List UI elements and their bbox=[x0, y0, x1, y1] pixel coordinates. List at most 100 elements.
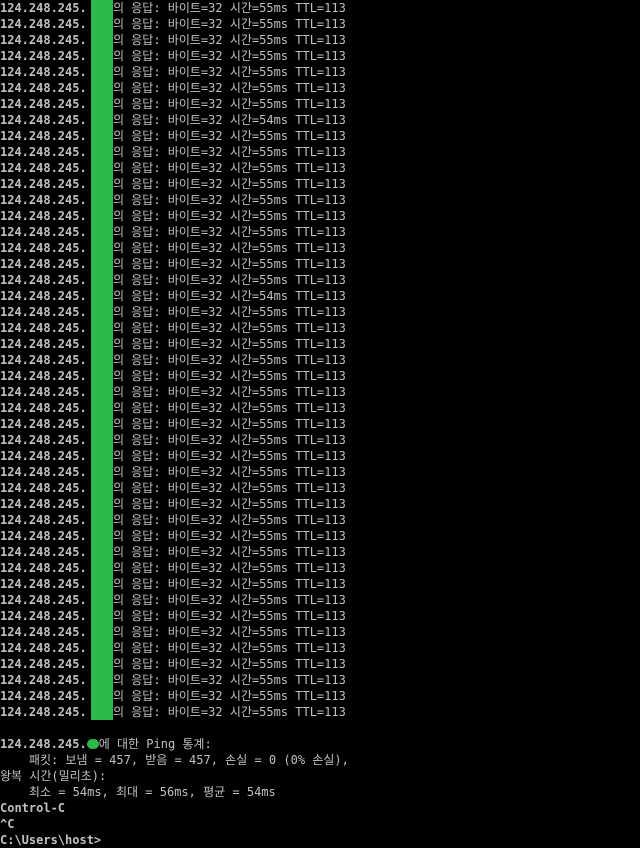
reply-ip: 124.248.245. bbox=[0, 305, 87, 319]
reply-ip: 124.248.245. bbox=[0, 673, 87, 687]
reply-ip: 124.248.245. bbox=[0, 257, 87, 271]
reply-ip: 124.248.245. bbox=[0, 705, 87, 719]
reply-text: 의 응답: 바이트=32 시간=55ms TTL=113 bbox=[113, 97, 346, 111]
redacted-ip-octet bbox=[91, 656, 113, 672]
redacted-ip-octet bbox=[91, 16, 113, 32]
reply-text: 의 응답: 바이트=32 시간=55ms TTL=113 bbox=[113, 209, 346, 223]
ping-reply-line: 124.248.245. 의 응답: 바이트=32 시간=55ms TTL=113 bbox=[0, 32, 346, 48]
ping-reply-line: 124.248.245. 의 응답: 바이트=32 시간=55ms TTL=113 bbox=[0, 96, 346, 112]
redacted-ip-octet bbox=[91, 640, 113, 656]
console-window[interactable]: 124.248.245. 의 응답: 바이트=32 시간=55ms TTL=113… bbox=[0, 0, 640, 848]
reply-ip: 124.248.245. bbox=[0, 545, 87, 559]
redacted-ip-octet bbox=[91, 512, 113, 528]
reply-ip: 124.248.245. bbox=[0, 417, 87, 431]
redacted-ip-octet bbox=[91, 224, 113, 240]
ping-reply-line: 124.248.245. 의 응답: 바이트=32 시간=55ms TTL=113 bbox=[0, 672, 346, 688]
reply-text: 의 응답: 바이트=32 시간=55ms TTL=113 bbox=[113, 225, 346, 239]
redacted-ip-octet bbox=[91, 320, 113, 336]
ping-reply-line: 124.248.245. 의 응답: 바이트=32 시간=55ms TTL=113 bbox=[0, 560, 346, 576]
stats-packets: 패킷: 보냄 = 457, 받음 = 457, 손실 = 0 (0% 손실), bbox=[0, 753, 349, 767]
reply-ip: 124.248.245. bbox=[0, 401, 87, 415]
reply-ip: 124.248.245. bbox=[0, 193, 87, 207]
reply-text: 의 응답: 바이트=32 시간=55ms TTL=113 bbox=[113, 609, 346, 623]
reply-ip: 124.248.245. bbox=[0, 97, 87, 111]
reply-ip: 124.248.245. bbox=[0, 449, 87, 463]
reply-text: 의 응답: 바이트=32 시간=55ms TTL=113 bbox=[113, 369, 346, 383]
reply-text: 의 응답: 바이트=32 시간=55ms TTL=113 bbox=[113, 129, 346, 143]
ping-reply-line: 124.248.245. 의 응답: 바이트=32 시간=55ms TTL=113 bbox=[0, 400, 346, 416]
reply-ip: 124.248.245. bbox=[0, 33, 87, 47]
ping-reply-line: 124.248.245. 의 응답: 바이트=32 시간=55ms TTL=113 bbox=[0, 304, 346, 320]
reply-ip: 124.248.245. bbox=[0, 609, 87, 623]
redacted-ip-octet bbox=[91, 48, 113, 64]
reply-text: 의 응답: 바이트=32 시간=55ms TTL=113 bbox=[113, 161, 346, 175]
reply-ip: 124.248.245. bbox=[0, 321, 87, 335]
redacted-ip-octet bbox=[91, 272, 113, 288]
reply-text: 의 응답: 바이트=32 시간=55ms TTL=113 bbox=[113, 417, 346, 431]
control-c-line: Control-C bbox=[0, 801, 66, 815]
reply-text: 의 응답: 바이트=32 시간=55ms TTL=113 bbox=[113, 625, 346, 639]
stats-rtt-values: 최소 = 54ms, 최대 = 56ms, 평균 = 54ms bbox=[0, 785, 276, 799]
redacted-ip-octet bbox=[91, 416, 113, 432]
redacted-ip-octet bbox=[91, 608, 113, 624]
redacted-ip-octet bbox=[91, 496, 113, 512]
reply-text: 의 응답: 바이트=32 시간=55ms TTL=113 bbox=[113, 321, 346, 335]
ping-reply-line: 124.248.245. 의 응답: 바이트=32 시간=55ms TTL=113 bbox=[0, 224, 346, 240]
ping-reply-line: 124.248.245. 의 응답: 바이트=32 시간=55ms TTL=113 bbox=[0, 256, 346, 272]
reply-text: 의 응답: 바이트=32 시간=55ms TTL=113 bbox=[113, 337, 346, 351]
ping-reply-line: 124.248.245. 의 응답: 바이트=32 시간=55ms TTL=113 bbox=[0, 176, 346, 192]
ping-reply-line: 124.248.245. 의 응답: 바이트=32 시간=55ms TTL=113 bbox=[0, 192, 346, 208]
ping-reply-line: 124.248.245. 의 응답: 바이트=32 시간=55ms TTL=113 bbox=[0, 0, 346, 16]
ping-reply-line: 124.248.245. 의 응답: 바이트=32 시간=55ms TTL=113 bbox=[0, 16, 346, 32]
reply-text: 의 응답: 바이트=32 시간=55ms TTL=113 bbox=[113, 577, 346, 591]
redacted-ip-octet bbox=[91, 480, 113, 496]
prompt-text: C:\Users\host> bbox=[0, 833, 102, 847]
caret-c-line: ^C bbox=[0, 817, 15, 831]
command-prompt[interactable]: C:\Users\host> bbox=[0, 832, 109, 848]
ping-reply-line: 124.248.245. 의 응답: 바이트=32 시간=55ms TTL=113 bbox=[0, 144, 346, 160]
redacted-ip-octet bbox=[91, 240, 113, 256]
ping-reply-line: 124.248.245. 의 응답: 바이트=32 시간=54ms TTL=113 bbox=[0, 112, 346, 128]
redacted-ip-octet bbox=[91, 560, 113, 576]
reply-ip: 124.248.245. bbox=[0, 113, 87, 127]
reply-text: 의 응답: 바이트=32 시간=55ms TTL=113 bbox=[113, 193, 346, 207]
ping-reply-line: 124.248.245. 의 응답: 바이트=32 시간=55ms TTL=113 bbox=[0, 544, 346, 560]
reply-ip: 124.248.245. bbox=[0, 385, 87, 399]
reply-text: 의 응답: 바이트=32 시간=55ms TTL=113 bbox=[113, 145, 346, 159]
redacted-ip-octet bbox=[91, 672, 113, 688]
reply-ip: 124.248.245. bbox=[0, 497, 87, 511]
reply-text: 의 응답: 바이트=32 시간=55ms TTL=113 bbox=[113, 49, 346, 63]
reply-text: 의 응답: 바이트=32 시간=55ms TTL=113 bbox=[113, 689, 346, 703]
ping-reply-line: 124.248.245. 의 응답: 바이트=32 시간=55ms TTL=113 bbox=[0, 640, 346, 656]
reply-text: 의 응답: 바이트=32 시간=55ms TTL=113 bbox=[113, 545, 346, 559]
redacted-ip-octet bbox=[91, 576, 113, 592]
redacted-ip-octet bbox=[91, 544, 113, 560]
reply-ip: 124.248.245. bbox=[0, 529, 87, 543]
ping-reply-line: 124.248.245. 의 응답: 바이트=32 시간=55ms TTL=113 bbox=[0, 688, 346, 704]
reply-text: 의 응답: 바이트=32 시간=55ms TTL=113 bbox=[113, 273, 346, 287]
redacted-ip-octet bbox=[91, 464, 113, 480]
redacted-ip-octet bbox=[91, 400, 113, 416]
reply-text: 의 응답: 바이트=32 시간=55ms TTL=113 bbox=[113, 465, 346, 479]
ping-reply-line: 124.248.245. 의 응답: 바이트=32 시간=55ms TTL=113 bbox=[0, 240, 346, 256]
ping-reply-line: 124.248.245. 의 응답: 바이트=32 시간=55ms TTL=113 bbox=[0, 368, 346, 384]
reply-ip: 124.248.245. bbox=[0, 625, 87, 639]
redacted-ip-octet bbox=[91, 304, 113, 320]
reply-text: 의 응답: 바이트=32 시간=55ms TTL=113 bbox=[113, 241, 346, 255]
redacted-ip-octet bbox=[91, 384, 113, 400]
reply-text: 의 응답: 바이트=32 시간=55ms TTL=113 bbox=[113, 513, 346, 527]
ping-reply-line: 124.248.245. 의 응답: 바이트=32 시간=55ms TTL=113 bbox=[0, 464, 346, 480]
redacted-ip-octet bbox=[91, 448, 113, 464]
reply-text: 의 응답: 바이트=32 시간=55ms TTL=113 bbox=[113, 449, 346, 463]
reply-text: 의 응답: 바이트=32 시간=55ms TTL=113 bbox=[113, 593, 346, 607]
redacted-ip-octet bbox=[91, 192, 113, 208]
reply-ip: 124.248.245. bbox=[0, 129, 87, 143]
reply-ip: 124.248.245. bbox=[0, 289, 87, 303]
reply-ip: 124.248.245. bbox=[0, 657, 87, 671]
reply-ip: 124.248.245. bbox=[0, 225, 87, 239]
ping-reply-line: 124.248.245. 의 응답: 바이트=32 시간=55ms TTL=113 bbox=[0, 48, 346, 64]
reply-text: 의 응답: 바이트=32 시간=55ms TTL=113 bbox=[113, 433, 346, 447]
ping-reply-line: 124.248.245. 의 응답: 바이트=32 시간=54ms TTL=113 bbox=[0, 288, 346, 304]
reply-ip: 124.248.245. bbox=[0, 641, 87, 655]
reply-text: 의 응답: 바이트=32 시간=55ms TTL=113 bbox=[113, 641, 346, 655]
